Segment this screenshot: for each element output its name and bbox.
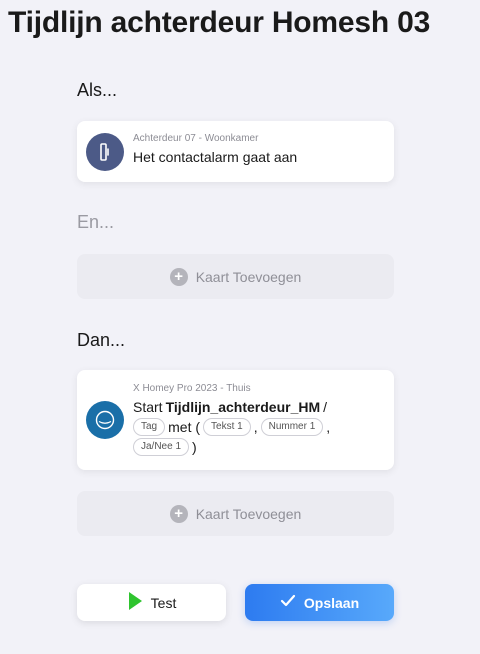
number-chip[interactable]: Nummer 1 <box>260 418 324 436</box>
check-icon <box>280 594 296 611</box>
save-button[interactable]: Opslaan <box>245 584 394 621</box>
then-card-comma: , <box>253 419 258 435</box>
and-add-card-button[interactable]: + Kaart Toevoegen <box>77 254 394 299</box>
plus-icon: + <box>169 267 188 286</box>
save-button-label: Opslaan <box>303 594 360 611</box>
and-section-label: En... <box>77 212 115 232</box>
then-section-label: Dan... <box>77 330 126 350</box>
when-section-label: Als... <box>77 80 118 100</box>
then-add-card-button[interactable]: + Kaart Toevoegen <box>77 491 394 536</box>
then-card-with: met ( <box>168 419 201 435</box>
then-add-card-label: Kaart Toevoegen <box>195 505 302 522</box>
page-title: Tijdlijn achterdeur Homesh 03 <box>8 6 431 39</box>
homey-icon <box>86 401 124 439</box>
play-icon <box>127 591 143 614</box>
then-card-prefix: Start <box>133 399 163 415</box>
when-card-text: Het contactalarm gaat aan <box>133 149 298 165</box>
test-button-label: Test <box>150 594 177 611</box>
when-card-device: Achterdeur 07 - Woonkamer <box>133 133 259 144</box>
when-card[interactable]: Achterdeur 07 - Woonkamer Het contactala… <box>77 121 394 182</box>
then-card-flow-name[interactable]: Tijdlijn_achterdeur_HM <box>166 397 321 417</box>
door-sensor-icon <box>86 133 124 171</box>
test-button[interactable]: Test <box>77 584 226 621</box>
then-card-comma: , <box>326 419 331 435</box>
and-add-card-label: Kaart Toevoegen <box>195 268 302 285</box>
text-chip[interactable]: Tekst 1 <box>203 418 251 436</box>
then-card-slash: / <box>323 399 328 415</box>
tag-chip[interactable]: Tag <box>133 418 166 436</box>
then-card-device: X Homey Pro 2023 - Thuis <box>133 383 251 394</box>
plus-icon: + <box>169 504 188 523</box>
then-card-close: ) <box>192 439 197 455</box>
then-card[interactable]: X Homey Pro 2023 - Thuis Start Tijdlijn_… <box>77 370 394 470</box>
boolean-chip[interactable]: Ja/Nee 1 <box>133 438 190 456</box>
